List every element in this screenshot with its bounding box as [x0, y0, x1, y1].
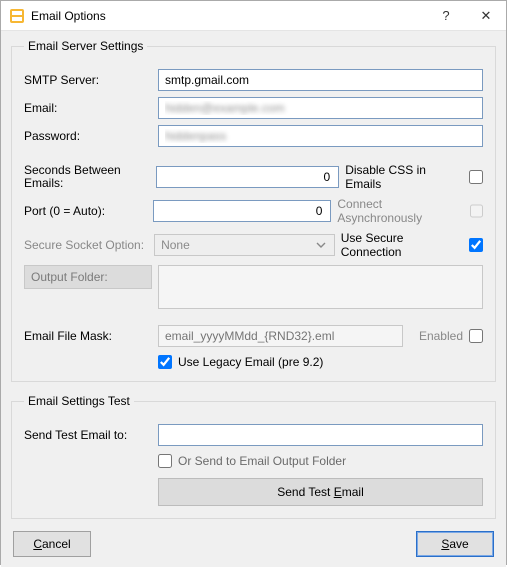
password-input[interactable] — [158, 125, 483, 147]
secure-socket-value: None — [161, 238, 190, 252]
disable-css-checkbox-wrap[interactable]: Disable CSS in Emails — [345, 163, 483, 191]
email-server-settings-group: Email Server Settings SMTP Server: Email… — [11, 39, 496, 382]
or-send-output-label: Or Send to Email Output Folder — [178, 454, 346, 468]
send-test-email-button[interactable]: Send Test Email — [158, 478, 483, 506]
port-input[interactable] — [153, 200, 332, 222]
send-test-to-input[interactable] — [158, 424, 483, 446]
email-input[interactable] — [158, 97, 483, 119]
mask-enabled-checkbox[interactable] — [469, 329, 483, 343]
client-area: Email Server Settings SMTP Server: Email… — [1, 31, 506, 567]
output-folder-input — [158, 265, 483, 309]
mask-enabled-label: Enabled — [419, 329, 463, 343]
seconds-between-label: Seconds Between Emails: — [24, 164, 150, 190]
send-test-to-label: Send Test Email to: — [24, 428, 152, 442]
app-icon — [9, 8, 25, 24]
close-icon: ✕ — [481, 8, 492, 24]
seconds-between-input[interactable] — [156, 166, 339, 188]
password-label: Password: — [24, 129, 152, 143]
connect-async-checkbox-wrap: Connect Asynchronously — [337, 197, 483, 225]
port-label: Port (0 = Auto): — [24, 204, 147, 218]
mask-enabled-checkbox-wrap[interactable]: Enabled — [419, 329, 483, 343]
output-folder-label: Output Folder: — [24, 265, 152, 289]
email-settings-test-group: Email Settings Test Send Test Email to: … — [11, 394, 496, 519]
dialog-footer: Cancel Save — [11, 531, 496, 557]
save-button[interactable]: Save — [416, 531, 494, 557]
secure-socket-label: Secure Socket Option: — [24, 238, 148, 252]
smtp-server-label: SMTP Server: — [24, 73, 152, 87]
cancel-button[interactable]: Cancel — [13, 531, 91, 557]
titlebar: Email Options ? ✕ — [1, 1, 506, 31]
use-legacy-checkbox[interactable] — [158, 355, 172, 369]
use-secure-checkbox[interactable] — [469, 238, 483, 252]
use-secure-label: Use Secure Connection — [341, 231, 464, 259]
help-icon: ? — [442, 8, 449, 23]
email-label: Email: — [24, 101, 152, 115]
test-legend: Email Settings Test — [24, 394, 134, 408]
help-button[interactable]: ? — [426, 1, 466, 31]
connect-async-checkbox — [470, 204, 483, 218]
chevron-down-icon — [312, 235, 330, 255]
use-legacy-label: Use Legacy Email (pre 9.2) — [178, 355, 323, 369]
use-secure-checkbox-wrap[interactable]: Use Secure Connection — [341, 231, 483, 259]
secure-socket-select: None — [154, 234, 335, 256]
or-send-output-checkbox[interactable] — [158, 454, 172, 468]
email-file-mask-input — [158, 325, 403, 347]
email-options-dialog: Email Options ? ✕ Email Server Settings … — [0, 0, 507, 565]
connect-async-label: Connect Asynchronously — [337, 197, 463, 225]
disable-css-label: Disable CSS in Emails — [345, 163, 463, 191]
smtp-server-input[interactable] — [158, 69, 483, 91]
email-file-mask-label: Email File Mask: — [24, 329, 152, 343]
server-legend: Email Server Settings — [24, 39, 147, 53]
disable-css-checkbox[interactable] — [469, 170, 483, 184]
close-button[interactable]: ✕ — [466, 1, 506, 31]
window-title: Email Options — [31, 9, 426, 23]
